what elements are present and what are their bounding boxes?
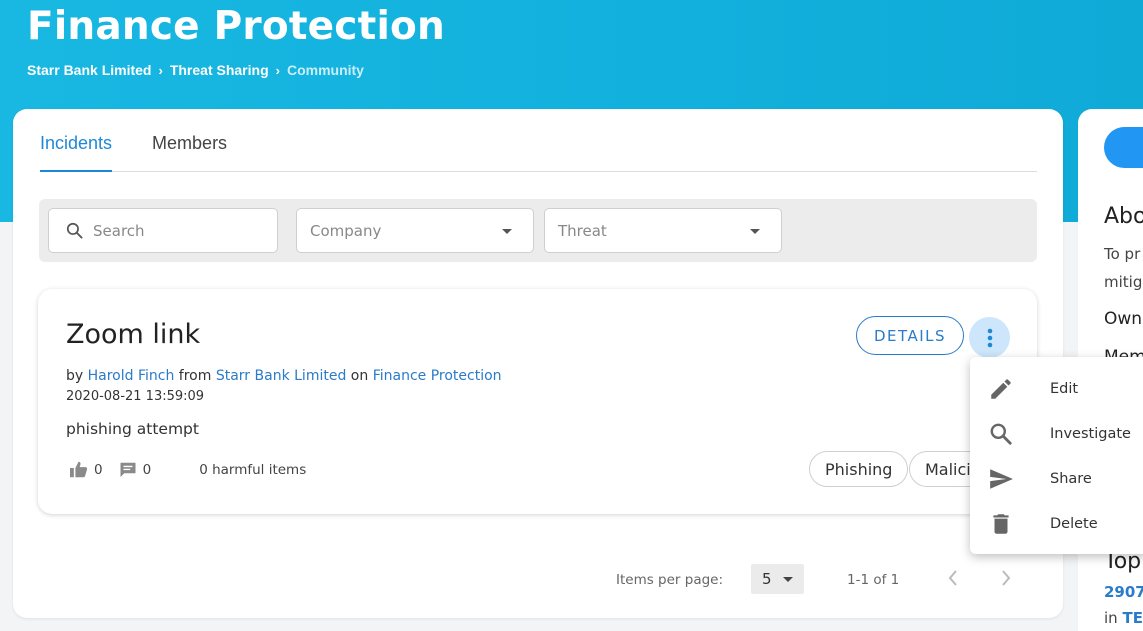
incident-description: phishing attempt xyxy=(66,420,199,438)
items-per-page-label: Items per page: xyxy=(616,572,724,588)
send-icon xyxy=(990,469,1013,489)
chevron-right-icon[interactable] xyxy=(1000,568,1012,588)
filter-bar: Company Threat xyxy=(39,199,1037,262)
company-select[interactable]: Company xyxy=(296,208,534,253)
threat-select-placeholder: Threat xyxy=(558,221,607,240)
search-icon xyxy=(66,222,83,239)
menu-item-label: Investigate xyxy=(1050,425,1131,442)
menu-item-label: Edit xyxy=(1050,380,1079,397)
top-in-link[interactable]: TEs xyxy=(1122,609,1143,627)
comments-stat[interactable]: 0 xyxy=(119,461,152,478)
chevron-left-icon[interactable] xyxy=(947,568,959,588)
likes-count: 0 xyxy=(94,461,103,478)
menu-item-investigate[interactable]: Investigate xyxy=(970,411,1143,456)
chevron-right-icon: › xyxy=(158,62,163,78)
on-label: on xyxy=(350,368,369,384)
menu-item-share[interactable]: Share xyxy=(970,456,1143,501)
menu-item-delete[interactable]: Delete xyxy=(970,501,1143,546)
page-title: Finance Protection xyxy=(27,4,445,49)
from-label: from xyxy=(178,368,212,384)
pencil-icon xyxy=(991,379,1011,399)
incident-stats: 0 0 0 harmful items xyxy=(69,461,306,478)
top-in-line: in TEs xyxy=(1104,609,1143,627)
threat-select[interactable]: Threat xyxy=(544,208,782,253)
incident-title: Zoom link xyxy=(66,319,201,350)
chevron-down-icon xyxy=(783,577,793,582)
in-label: in xyxy=(1104,609,1118,627)
pagination: Items per page: 5 1-1 of 1 xyxy=(13,564,1063,594)
magnifier-icon xyxy=(990,423,1012,445)
menu-item-label: Delete xyxy=(1050,515,1098,532)
chevron-down-icon xyxy=(502,229,512,234)
items-per-page-select[interactable]: 5 xyxy=(751,564,804,594)
top-count-link[interactable]: 2907 xyxy=(1104,583,1143,601)
tab-incidents[interactable]: Incidents xyxy=(40,129,113,172)
sidebar-action-button[interactable] xyxy=(1104,127,1143,168)
search-box[interactable] xyxy=(48,208,278,253)
comment-icon xyxy=(120,462,136,477)
by-label: by xyxy=(66,368,84,384)
breadcrumb-item-community: Community xyxy=(286,62,364,78)
thumbs-up-icon xyxy=(70,461,88,478)
company-link[interactable]: Starr Bank Limited xyxy=(216,368,347,384)
incident-meta: by Harold Finch from Starr Bank Limited … xyxy=(66,368,502,384)
more-vertical-icon xyxy=(987,328,992,347)
comments-count: 0 xyxy=(142,461,152,478)
tab-bar: Incidents Members xyxy=(40,129,1037,172)
breadcrumb-item-company[interactable]: Starr Bank Limited xyxy=(27,62,151,78)
chevron-right-icon: › xyxy=(275,62,280,78)
menu-item-edit[interactable]: Edit xyxy=(970,366,1143,411)
incident-card: Zoom link by Harold Finch from Starr Ban… xyxy=(38,289,1037,514)
page-range: 1-1 of 1 xyxy=(847,572,900,588)
incident-date: 2020-08-21 13:59:09 xyxy=(66,389,205,404)
harmful-items-count: 0 harmful items xyxy=(199,461,307,478)
incidents-card: Incidents Members Company Threat Zoom li… xyxy=(13,109,1063,618)
chevron-down-icon xyxy=(750,229,760,234)
likes-stat[interactable]: 0 xyxy=(69,461,103,478)
more-options-button[interactable] xyxy=(969,317,1010,358)
about-heading: Abo xyxy=(1104,204,1143,229)
breadcrumb: Starr Bank Limited › Threat Sharing › Co… xyxy=(27,62,364,78)
community-link[interactable]: Finance Protection xyxy=(373,368,502,384)
incident-context-menu: Edit Investigate Share Delete xyxy=(970,357,1143,554)
about-text-line: mitiga xyxy=(1104,273,1143,291)
tab-members[interactable]: Members xyxy=(152,129,227,171)
items-per-page-value: 5 xyxy=(762,570,772,588)
menu-item-label: Share xyxy=(1050,470,1092,487)
company-select-placeholder: Company xyxy=(310,221,382,240)
trash-icon xyxy=(993,514,1009,534)
breadcrumb-item-threat-sharing[interactable]: Threat Sharing xyxy=(170,62,269,78)
about-text-line: To pr xyxy=(1104,245,1141,263)
owner-label: Own xyxy=(1104,309,1143,329)
search-input[interactable] xyxy=(93,221,263,240)
tag-chip[interactable]: Phishing xyxy=(809,451,909,487)
details-button[interactable]: DETAILS xyxy=(856,316,964,355)
author-link[interactable]: Harold Finch xyxy=(88,368,175,384)
